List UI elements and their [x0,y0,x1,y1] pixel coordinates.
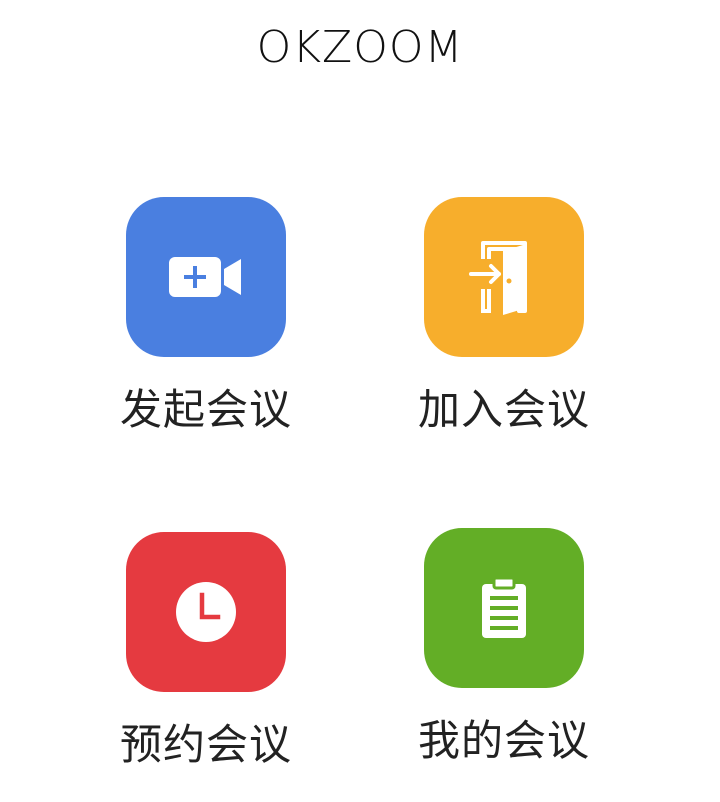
app-title: OKZOOM [256,22,464,73]
my-meetings-tile-bg [424,528,584,688]
clock-icon [176,582,236,642]
start-meeting-label: 发起会议 [119,385,292,434]
video-plus-icon [169,257,241,297]
my-meetings-label: 我的会议 [417,716,590,765]
join-meeting-label: 加入会议 [417,385,590,434]
start-meeting-tile-bg [126,197,286,357]
join-meeting-button[interactable]: 加入会议 [404,197,604,467]
schedule-meeting-button[interactable]: 预约会议 [106,532,306,802]
schedule-meeting-tile-bg [126,532,286,692]
join-meeting-tile-bg [424,197,584,357]
clipboard-list-icon [482,576,526,638]
schedule-meeting-label: 预约会议 [119,720,292,769]
start-meeting-button[interactable]: 发起会议 [106,197,306,467]
enter-door-icon [469,241,527,315]
my-meetings-button[interactable]: 我的会议 [404,528,604,798]
